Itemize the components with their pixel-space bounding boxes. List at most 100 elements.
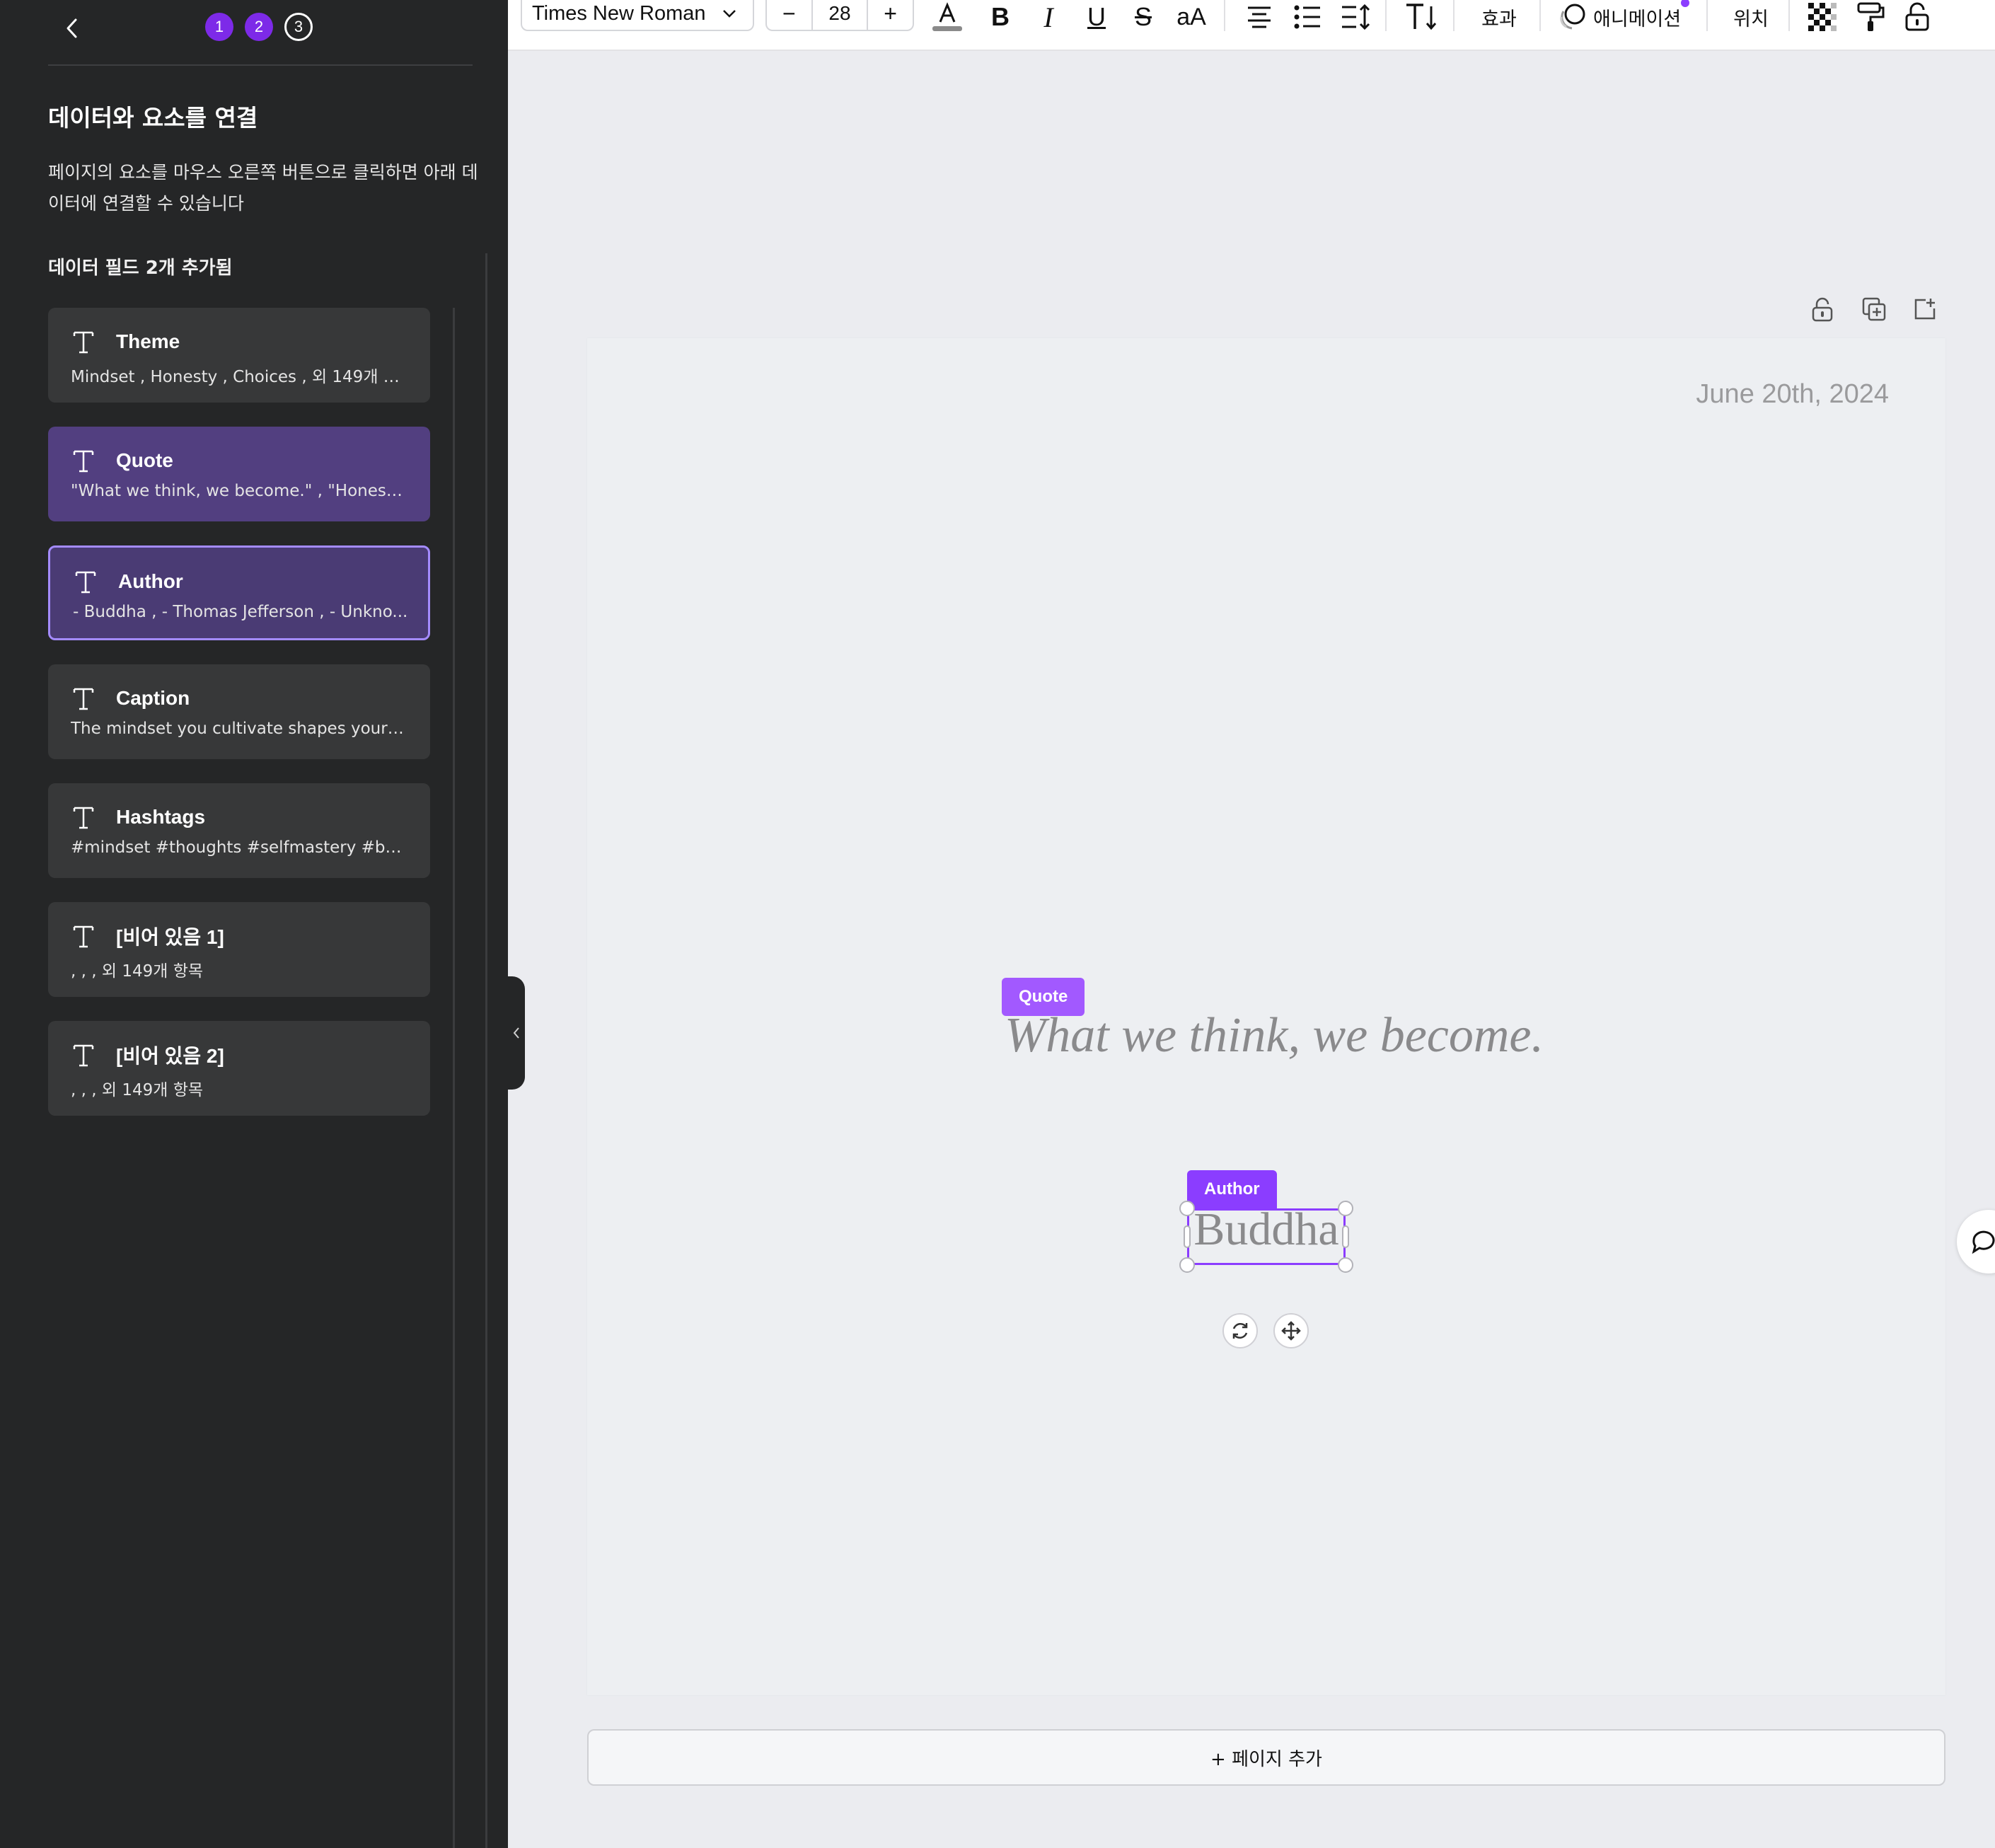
- duplicate-icon: [1862, 297, 1886, 321]
- step-indicator: 1 2 3: [205, 13, 313, 41]
- font-family-value: Times New Roman: [532, 1, 706, 25]
- text-t-icon: [73, 807, 94, 829]
- transparency-button[interactable]: [1804, 0, 1841, 34]
- font-size-stepper: − 28 +: [765, 0, 914, 31]
- add-page-button[interactable]: + 페이지 추가: [587, 1729, 1945, 1786]
- field-card-header: Author: [73, 567, 405, 596]
- lock-button[interactable]: [1899, 0, 1936, 34]
- field-name: Author: [118, 570, 183, 592]
- field-sample-values: - Buddha , - Thomas Jefferson , - Unkno.…: [73, 603, 408, 621]
- field-card-header: Theme: [71, 328, 407, 356]
- decrease-font-size-button[interactable]: −: [767, 0, 811, 30]
- underline-button[interactable]: U: [1080, 0, 1114, 34]
- fields-count-label: 데이터 필드 2개 추가됨: [48, 258, 233, 279]
- collapse-panel-button[interactable]: [508, 976, 525, 1090]
- comment-button[interactable]: [1957, 1210, 1995, 1274]
- text-t-icon: [73, 925, 94, 948]
- data-field-card[interactable]: Quote "What we think, we become." , "Hone…: [48, 427, 430, 521]
- collapse-chevron-icon: [513, 1027, 519, 1039]
- field-sample-values: , , , 외 149개 항목: [71, 1081, 204, 1099]
- toolbar-divider: [1453, 0, 1455, 31]
- text-t-icon: [75, 571, 96, 594]
- effects-button[interactable]: 효과: [1473, 0, 1525, 34]
- comment-icon: [1972, 1230, 1995, 1254]
- increase-font-size-button[interactable]: +: [868, 0, 913, 30]
- paint-roller-icon: [1857, 2, 1885, 31]
- add-page-icon: [1914, 299, 1936, 320]
- text-t-icon: [73, 450, 94, 473]
- copy-style-button[interactable]: [1852, 0, 1889, 34]
- resize-handle-top-left[interactable]: [1179, 1201, 1195, 1216]
- toolbar-divider: [1788, 0, 1790, 31]
- selection-box[interactable]: [1187, 1208, 1346, 1265]
- transparency-icon: [1808, 3, 1837, 31]
- resize-handle-left[interactable]: [1184, 1225, 1191, 1248]
- back-chevron-icon: [66, 18, 77, 38]
- resize-handle-bottom-right[interactable]: [1338, 1257, 1353, 1273]
- field-name: [비어 있음 1]: [116, 926, 224, 948]
- design-page[interactable]: June 20th, 2024 Quote What we think, we …: [587, 338, 1945, 1695]
- data-field-card[interactable]: [비어 있음 1] , , , 외 149개 항목: [48, 902, 430, 997]
- date-text[interactable]: June 20th, 2024: [1696, 379, 1889, 410]
- toolbar-divider: [1385, 0, 1387, 31]
- step-2: 2: [245, 13, 273, 41]
- text-direction-button[interactable]: [1401, 0, 1440, 34]
- data-field-card[interactable]: Author - Buddha , - Thomas Jefferson , - …: [48, 545, 430, 640]
- strikethrough-button[interactable]: S: [1126, 0, 1160, 34]
- toolbar-divider: [1539, 0, 1541, 31]
- data-field-card[interactable]: [비어 있음 2] , , , 외 149개 항목: [48, 1021, 430, 1116]
- field-sample-values: , , , 외 149개 항목: [71, 962, 204, 981]
- rotate-icon: [1232, 1322, 1248, 1339]
- toolbar-divider: [1224, 0, 1225, 31]
- text-t-icon: [73, 1044, 94, 1067]
- align-center-icon: [1248, 6, 1271, 28]
- animate-button[interactable]: 애니메이션: [1558, 0, 1712, 34]
- field-card-header: [비어 있음 2]: [71, 1041, 407, 1069]
- font-size-input[interactable]: 28: [811, 0, 869, 30]
- line-spacing-button[interactable]: [1337, 0, 1374, 34]
- data-field-card[interactable]: Hashtags #mindset #thoughts #selfmastery …: [48, 783, 430, 878]
- field-card-header: Hashtags: [71, 803, 407, 831]
- field-card-header: [비어 있음 1]: [71, 922, 407, 950]
- bold-button[interactable]: B: [983, 0, 1017, 34]
- move-icon: [1281, 1321, 1301, 1341]
- step-1: 1: [205, 13, 233, 41]
- data-connect-panel: 1 2 3 데이터와 요소를 연결 페이지의 요소를 마우스 오른쪽 버튼으로 …: [0, 0, 508, 1848]
- resize-handle-top-right[interactable]: [1338, 1201, 1353, 1216]
- line-spacing-icon: [1342, 4, 1370, 30]
- align-center-button[interactable]: [1241, 0, 1278, 34]
- letter-case-button[interactable]: aA: [1170, 0, 1213, 34]
- text-t-icon: [73, 331, 94, 354]
- text-color-icon: [932, 2, 962, 31]
- lock-page-button[interactable]: [1811, 297, 1834, 325]
- lock-icon: [1905, 2, 1929, 31]
- resize-handle-bottom-left[interactable]: [1179, 1257, 1195, 1273]
- add-page-icon-button[interactable]: [1913, 297, 1937, 324]
- field-name: Quote: [116, 449, 173, 471]
- rotate-button[interactable]: [1222, 1313, 1258, 1349]
- resize-handle-right[interactable]: [1342, 1225, 1349, 1248]
- animate-label: 애니메이션: [1593, 8, 1682, 30]
- text-direction-icon: [1406, 4, 1437, 30]
- bullet-list-button[interactable]: [1289, 0, 1326, 34]
- italic-button[interactable]: I: [1031, 0, 1065, 34]
- position-button[interactable]: 위치: [1725, 0, 1777, 34]
- text-t-icon: [73, 688, 94, 710]
- field-name: Caption: [116, 687, 190, 709]
- field-card-header: Quote: [71, 446, 407, 475]
- chevron-down-icon: [723, 10, 736, 18]
- divider: [48, 64, 473, 66]
- field-name: Hashtags: [116, 806, 206, 828]
- font-family-select[interactable]: Times New Roman: [521, 0, 754, 31]
- quote-text-element[interactable]: What we think, we become.: [1005, 1007, 1544, 1064]
- field-sample-values: #mindset #thoughts #selfmastery #bu...: [71, 838, 407, 857]
- data-field-card[interactable]: Caption The mindset you cultivate shapes …: [48, 664, 430, 759]
- data-field-card[interactable]: Theme Mindset , Honesty , Choices , 외 149…: [48, 308, 430, 403]
- panel-description: 페이지의 요소를 마우스 오른쪽 버튼으로 클릭하면 아래 데이터에 연결할 수…: [48, 162, 478, 214]
- scroll-track[interactable]: [453, 308, 455, 1848]
- duplicate-page-button[interactable]: [1862, 297, 1886, 324]
- move-button[interactable]: [1273, 1313, 1309, 1349]
- back-button[interactable]: [58, 13, 86, 44]
- text-color-button[interactable]: [930, 0, 965, 34]
- step-3: 3: [284, 13, 313, 41]
